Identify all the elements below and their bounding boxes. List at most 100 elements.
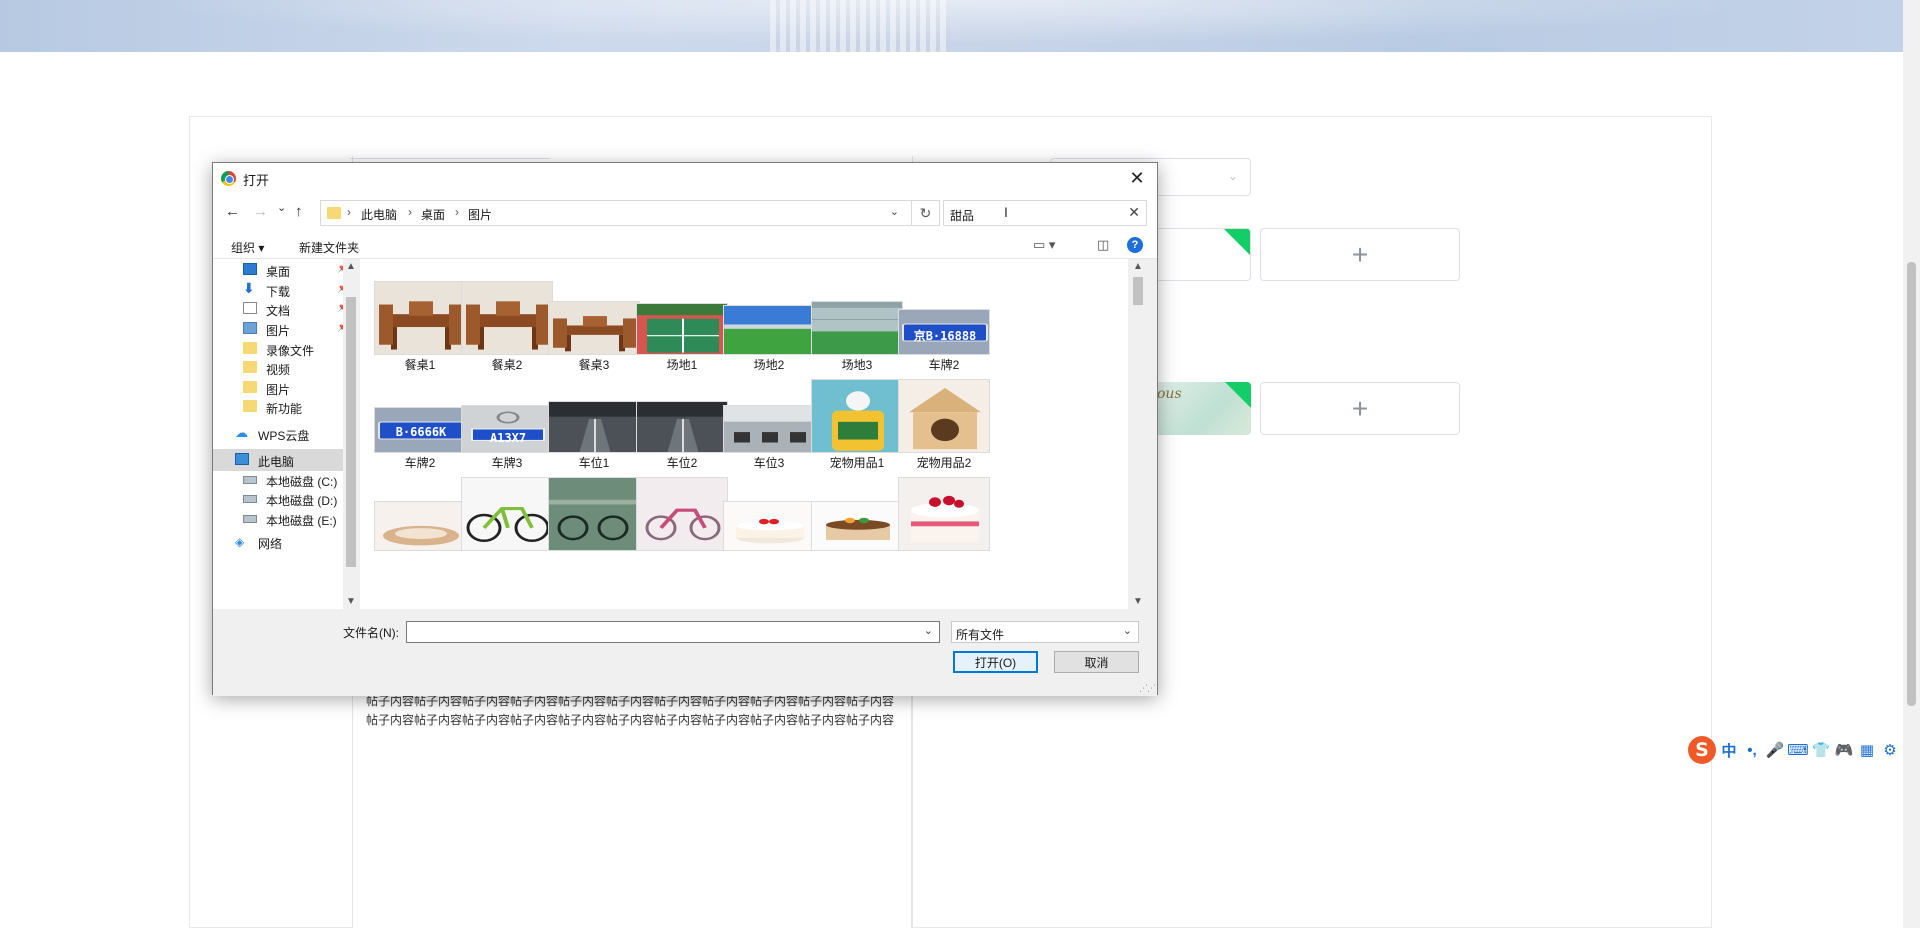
nav-item[interactable]: 新功能	[213, 396, 343, 418]
address-bar[interactable]: › 此电脑 › 桌面 › 图片 ⌄ ↻	[320, 200, 940, 226]
breadcrumb-segment[interactable]: 桌面	[421, 206, 445, 223]
ime-chinese-mode[interactable]: 中	[1719, 738, 1739, 762]
game-icon[interactable]: 🎮	[1834, 738, 1854, 762]
microphone-icon[interactable]: 🎤	[1765, 738, 1785, 762]
ime-punctuation-icon[interactable]: •,	[1742, 738, 1762, 762]
close-icon[interactable]: ✕	[1117, 163, 1157, 193]
plate-text: A13X7	[489, 431, 527, 445]
chevron-down-icon[interactable]: ⌄	[924, 624, 933, 637]
file-thumbnail	[811, 379, 903, 453]
file-thumbnail	[548, 477, 640, 551]
page-scrollbar[interactable]	[1903, 0, 1920, 928]
dialog-titlebar[interactable]: 打开 ✕	[213, 163, 1157, 193]
scrollbar-thumb[interactable]	[1133, 277, 1143, 305]
scroll-down-icon[interactable]: ▼	[346, 596, 356, 607]
file-tile[interactable]	[374, 455, 466, 573]
file-thumbnail	[461, 477, 553, 551]
file-thumbnail	[548, 301, 640, 355]
upload-success-tag	[1225, 382, 1251, 408]
cancel-button[interactable]: 取消	[1054, 651, 1139, 673]
nav-item[interactable]: ◈ 网络	[213, 531, 343, 553]
nav-item[interactable]: 此电脑	[213, 449, 343, 471]
breadcrumb-segment[interactable]: 图片	[468, 206, 492, 223]
keyboard-icon[interactable]: ⌨	[1787, 738, 1809, 762]
file-open-dialog: 打开 ✕ ← → ⌄ ↑ › 此电脑 › 桌面 › 图片 ⌄ ↻ 甜品 I ✕ …	[212, 162, 1158, 696]
navigation-pane: 桌面📌⬇下载📌文档📌图片📌录像文件视频图片新功能☁WPS云盘此电脑本地磁盘 (C…	[213, 259, 343, 609]
page-scrollbar-thumb[interactable]	[1907, 262, 1916, 706]
file-tile[interactable]	[811, 455, 903, 573]
recent-locations-icon[interactable]: ⌄	[277, 201, 286, 214]
file-thumbnail	[723, 501, 815, 551]
filetype-select[interactable]: 所有文件 ⌄	[951, 621, 1139, 643]
organize-menu[interactable]: 组织 ▾	[231, 239, 264, 256]
up-arrow-icon[interactable]: ↑	[295, 203, 303, 220]
sogou-logo-icon[interactable]: S	[1688, 736, 1716, 764]
command-bar: 组织 ▾ 新建文件夹 ▭ ▾ ◫ ?	[213, 231, 1157, 259]
forward-arrow-icon[interactable]: →	[253, 203, 268, 220]
search-box[interactable]: 甜品 I ✕	[943, 200, 1147, 226]
dialog-footer: 文件名(N): ⌄ 所有文件 ⌄ 打开(O) 取消 ⋰⋰	[213, 609, 1157, 696]
file-thumbnail: B·6666K	[374, 407, 466, 453]
drive-icon	[243, 476, 257, 484]
file-tile[interactable]	[723, 455, 815, 573]
filename-input[interactable]: ⌄	[406, 621, 940, 643]
help-icon[interactable]: ?	[1127, 237, 1143, 253]
nav-item[interactable]: 文档📌	[213, 298, 343, 320]
file-tile[interactable]	[461, 455, 553, 573]
nav-item[interactable]: 视频	[213, 357, 343, 379]
settings-icon[interactable]: ⚙	[1880, 738, 1900, 762]
nav-item[interactable]: 图片📌	[213, 318, 343, 340]
file-thumbnail	[811, 501, 903, 551]
scroll-down-icon[interactable]: ▼	[1133, 596, 1143, 607]
chevron-down-icon[interactable]: ⌄	[890, 205, 899, 218]
nav-item[interactable]: ☁ WPS云盘	[213, 423, 343, 445]
nav-item[interactable]: 本地磁盘 (E:)	[213, 508, 343, 530]
bg-uploaded-image-2[interactable]: ous	[1155, 382, 1251, 435]
clear-search-icon[interactable]: ✕	[1128, 204, 1140, 221]
document-icon	[243, 302, 257, 314]
resize-grip-icon[interactable]: ⋰⋰	[1139, 683, 1156, 694]
preview-pane-icon[interactable]: ◫	[1097, 237, 1109, 253]
folder-icon	[243, 342, 257, 354]
nav-item-label: 本地磁盘 (D:)	[266, 494, 338, 508]
refresh-icon[interactable]: ↻	[911, 201, 939, 225]
file-tile[interactable]	[636, 455, 728, 573]
nav-item-label: 网络	[258, 537, 283, 551]
breadcrumb-segment[interactable]: 此电脑	[361, 206, 397, 223]
page-banner	[0, 0, 1903, 52]
chevron-down-icon: ⌄	[1227, 169, 1238, 183]
nav-pane-scrollbar[interactable]: ▲ ▼	[343, 259, 359, 609]
scroll-up-icon[interactable]: ▲	[346, 261, 356, 272]
scroll-up-icon[interactable]: ▲	[1133, 261, 1143, 272]
dialog-navbar: ← → ⌄ ↑ › 此电脑 › 桌面 › 图片 ⌄ ↻ 甜品 I ✕	[213, 193, 1157, 231]
file-list-scrollbar[interactable]: ▲ ▼	[1130, 259, 1146, 609]
search-input[interactable]: 甜品	[950, 207, 974, 224]
nav-item[interactable]: 本地磁盘 (D:)	[213, 488, 343, 510]
file-list: 餐桌1 餐桌2 餐桌3 场地1 场地2 场地3 京B·16888 车牌2 B·6666K 车牌2 A…	[360, 259, 1128, 609]
back-arrow-icon[interactable]: ←	[225, 203, 240, 220]
file-thumbnail	[636, 477, 728, 551]
upload-add-button-2[interactable]: +	[1260, 382, 1460, 435]
nav-item-label: 图片	[266, 324, 291, 338]
file-tile[interactable]	[898, 455, 990, 573]
toolbox-icon[interactable]: ▦	[1857, 738, 1877, 762]
dialog-title: 打开	[243, 173, 270, 188]
folder-icon	[243, 361, 257, 373]
network-icon: ◈	[235, 535, 245, 549]
upload-add-button-1[interactable]: +	[1260, 228, 1460, 281]
file-thumbnail: 京B·16888	[898, 309, 990, 355]
scrollbar-thumb[interactable]	[346, 297, 356, 567]
file-thumbnail	[374, 281, 466, 355]
bg-uploaded-image-1[interactable]	[1155, 228, 1251, 281]
drive-icon	[243, 515, 257, 523]
open-button[interactable]: 打开(O)	[953, 651, 1038, 673]
pc-icon	[235, 453, 249, 465]
skin-icon[interactable]: 👕	[1811, 738, 1831, 762]
view-mode-icon[interactable]: ▭ ▾	[1033, 237, 1055, 253]
file-tile[interactable]	[548, 455, 640, 573]
nav-item[interactable]: 桌面📌	[213, 259, 343, 281]
new-folder-button[interactable]: 新建文件夹	[299, 239, 359, 256]
file-thumbnail	[636, 401, 728, 453]
folder-icon	[243, 381, 257, 393]
nav-item-label: WPS云盘	[258, 429, 310, 443]
